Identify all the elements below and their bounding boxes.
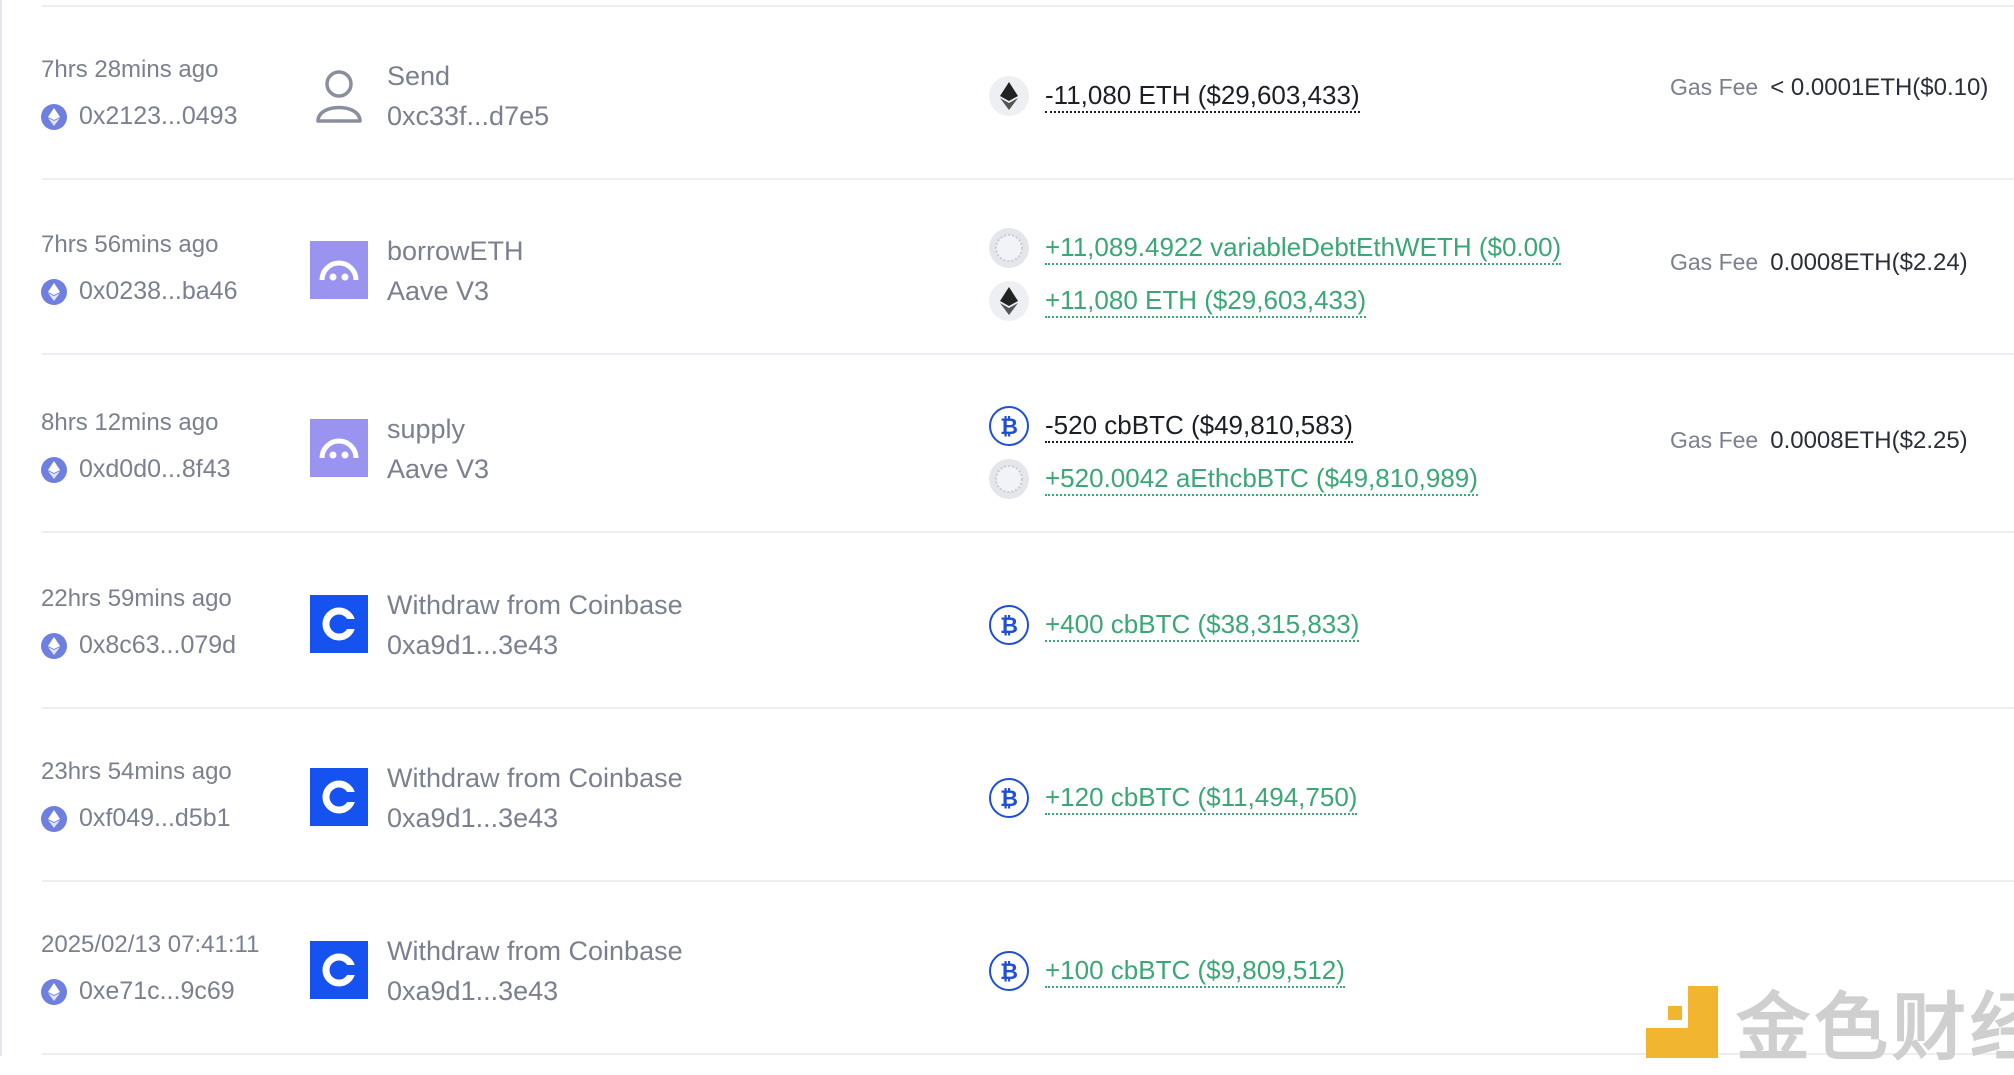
transaction-row[interactable]: 23hrs 54mins ago 0xf049...d5b1 Withdraw … [0, 708, 2014, 882]
counterparty-link[interactable]: 0xc33f...d7e5 [387, 101, 549, 132]
tx-hash: 0x2123...0493 [79, 102, 238, 130]
tx-time: 23hrs 54mins ago [41, 758, 232, 785]
tx-hash: 0x8c63...079d [79, 631, 237, 659]
tx-method: Withdraw from Coinbase [387, 936, 683, 966]
gas-fee-value: < 0.0001ETH($0.10) [1770, 74, 1989, 101]
watermark: 金色财经 [1646, 968, 2014, 1075]
gas-fee: Gas Fee < 0.0001ETH($0.10) [1670, 74, 1988, 102]
tx-hash: 0xe71c...9c69 [79, 977, 235, 1005]
transaction-row[interactable]: 7hrs 56mins ago 0x0238...ba46 borrowETH … [0, 181, 2014, 355]
ethereum-chain-icon [41, 456, 67, 483]
cbbtc-icon: ₿ [989, 951, 1029, 991]
tx-method: borrowETH [387, 236, 524, 266]
watermark-text: 金色财经 [1736, 986, 2014, 1069]
tx-hash-link[interactable]: 0xe71c...9c69 [41, 977, 235, 1006]
counterparty-link[interactable]: 0xa9d1...3e43 [387, 630, 558, 661]
tx-hash-link[interactable]: 0x2123...0493 [41, 102, 237, 131]
token-transfer: +520.0042 aEthcbBTC ($49,810,989) [989, 459, 1478, 499]
token-transfers: ₿ -520 cbBTC ($49,810,583) +520.0042 aEt… [989, 406, 1478, 499]
tx-hash: 0x0238...ba46 [79, 277, 238, 305]
token-transfers: ₿ +400 cbBTC ($38,315,833) [989, 605, 1360, 645]
token-transfer: ₿ +100 cbBTC ($9,809,512) [989, 951, 1345, 991]
ethereum-chain-icon [41, 103, 67, 130]
jinse-logo-icon [1646, 985, 1718, 1058]
ethereum-chain-icon [41, 805, 67, 832]
eth-icon [989, 76, 1029, 116]
counterparty-link[interactable]: Aave V3 [387, 276, 489, 307]
gas-fee-label: Gas Fee [1670, 427, 1759, 453]
tx-time: 8hrs 12mins ago [41, 409, 219, 436]
coinbase-logo [310, 595, 368, 653]
ethereum-chain-icon [41, 978, 67, 1005]
gas-fee-label: Gas Fee [1670, 74, 1759, 100]
svg-text:₿: ₿ [1000, 787, 1018, 811]
gas-fee-value: 0.0008ETH($2.24) [1770, 249, 1968, 276]
gas-fee: Gas Fee 0.0008ETH($2.24) [1670, 249, 1968, 277]
gas-fee: Gas Fee 0.0008ETH($2.25) [1670, 427, 1968, 455]
token-transfer: ₿ +400 cbBTC ($38,315,833) [989, 605, 1360, 645]
cbbtc-icon: ₿ [989, 605, 1029, 645]
tx-time: 7hrs 28mins ago [41, 56, 219, 83]
debt-token-icon [989, 459, 1029, 499]
user-icon [310, 66, 368, 124]
tx-method: Send [387, 61, 451, 91]
tx-method: supply [387, 414, 466, 444]
tx-hash: 0xf049...d5b1 [79, 804, 231, 832]
tx-time: 22hrs 59mins ago [41, 585, 232, 612]
ethereum-chain-icon [41, 632, 67, 659]
aave-logo [310, 241, 368, 299]
gas-fee-label: Gas Fee [1670, 249, 1759, 275]
token-amount[interactable]: -520 cbBTC ($49,810,583) [1045, 409, 1353, 443]
token-transfer: ₿ +120 cbBTC ($11,494,750) [989, 778, 1358, 818]
token-transfer: -11,080 ETH ($29,603,433) [989, 76, 1360, 116]
coinbase-logo [310, 941, 368, 999]
token-amount[interactable]: +520.0042 aEthcbBTC ($49,810,989) [1045, 462, 1478, 496]
token-transfers: -11,080 ETH ($29,603,433) [989, 76, 1360, 116]
svg-text:₿: ₿ [1000, 960, 1018, 984]
aave-logo [310, 419, 368, 477]
token-amount[interactable]: +11,089.4922 variableDebtEthWETH ($0.00) [1045, 231, 1562, 265]
cbbtc-icon: ₿ [989, 778, 1029, 818]
eth-icon [989, 281, 1029, 321]
row-divider [42, 353, 2014, 355]
tx-time: 2025/02/13 07:41:11 [41, 931, 260, 958]
debt-token-icon [989, 228, 1029, 268]
token-amount[interactable]: +400 cbBTC ($38,315,833) [1045, 608, 1360, 642]
counterparty-link[interactable]: 0xa9d1...3e43 [387, 803, 558, 834]
tx-hash-link[interactable]: 0x0238...ba46 [41, 277, 237, 306]
transaction-row[interactable]: 8hrs 12mins ago 0xd0d0...8f43 supply Aav… [0, 359, 2014, 533]
token-transfers: +11,089.4922 variableDebtEthWETH ($0.00)… [989, 228, 1562, 321]
row-divider [42, 178, 2014, 180]
token-transfers: ₿ +120 cbBTC ($11,494,750) [989, 778, 1358, 818]
token-transfer: +11,080 ETH ($29,603,433) [989, 281, 1561, 321]
ethereum-chain-icon [41, 278, 67, 305]
counterparty-link[interactable]: 0xa9d1...3e43 [387, 976, 558, 1007]
tx-method: Withdraw from Coinbase [387, 590, 683, 620]
token-amount[interactable]: -11,080 ETH ($29,603,433) [1045, 79, 1360, 113]
gas-fee-value: 0.0008ETH($2.25) [1770, 427, 1968, 454]
tx-hash-link[interactable]: 0xd0d0...8f43 [41, 455, 231, 484]
tx-hash: 0xd0d0...8f43 [79, 455, 231, 483]
token-amount[interactable]: +120 cbBTC ($11,494,750) [1045, 781, 1358, 815]
counterparty-link[interactable]: Aave V3 [387, 454, 489, 485]
tx-method: Withdraw from Coinbase [387, 763, 683, 793]
token-transfers: ₿ +100 cbBTC ($9,809,512) [989, 951, 1345, 991]
tx-hash-link[interactable]: 0xf049...d5b1 [41, 804, 231, 833]
coinbase-logo [310, 768, 368, 826]
tx-time: 7hrs 56mins ago [41, 231, 219, 258]
cbbtc-icon: ₿ [989, 406, 1029, 446]
token-amount[interactable]: +100 cbBTC ($9,809,512) [1045, 954, 1345, 988]
svg-text:₿: ₿ [1000, 415, 1018, 439]
transaction-row[interactable]: 7hrs 28mins ago 0x2123...0493 Send 0xc33… [0, 6, 2014, 180]
row-divider [42, 531, 2014, 533]
token-transfer: ₿ -520 cbBTC ($49,810,583) [989, 406, 1478, 446]
transaction-row[interactable]: 22hrs 59mins ago 0x8c63...079d Withdraw … [0, 535, 2014, 709]
tx-hash-link[interactable]: 0x8c63...079d [41, 631, 236, 660]
svg-text:₿: ₿ [1000, 614, 1018, 638]
token-transfer: +11,089.4922 variableDebtEthWETH ($0.00) [989, 228, 1562, 268]
token-amount[interactable]: +11,080 ETH ($29,603,433) [1045, 284, 1367, 318]
